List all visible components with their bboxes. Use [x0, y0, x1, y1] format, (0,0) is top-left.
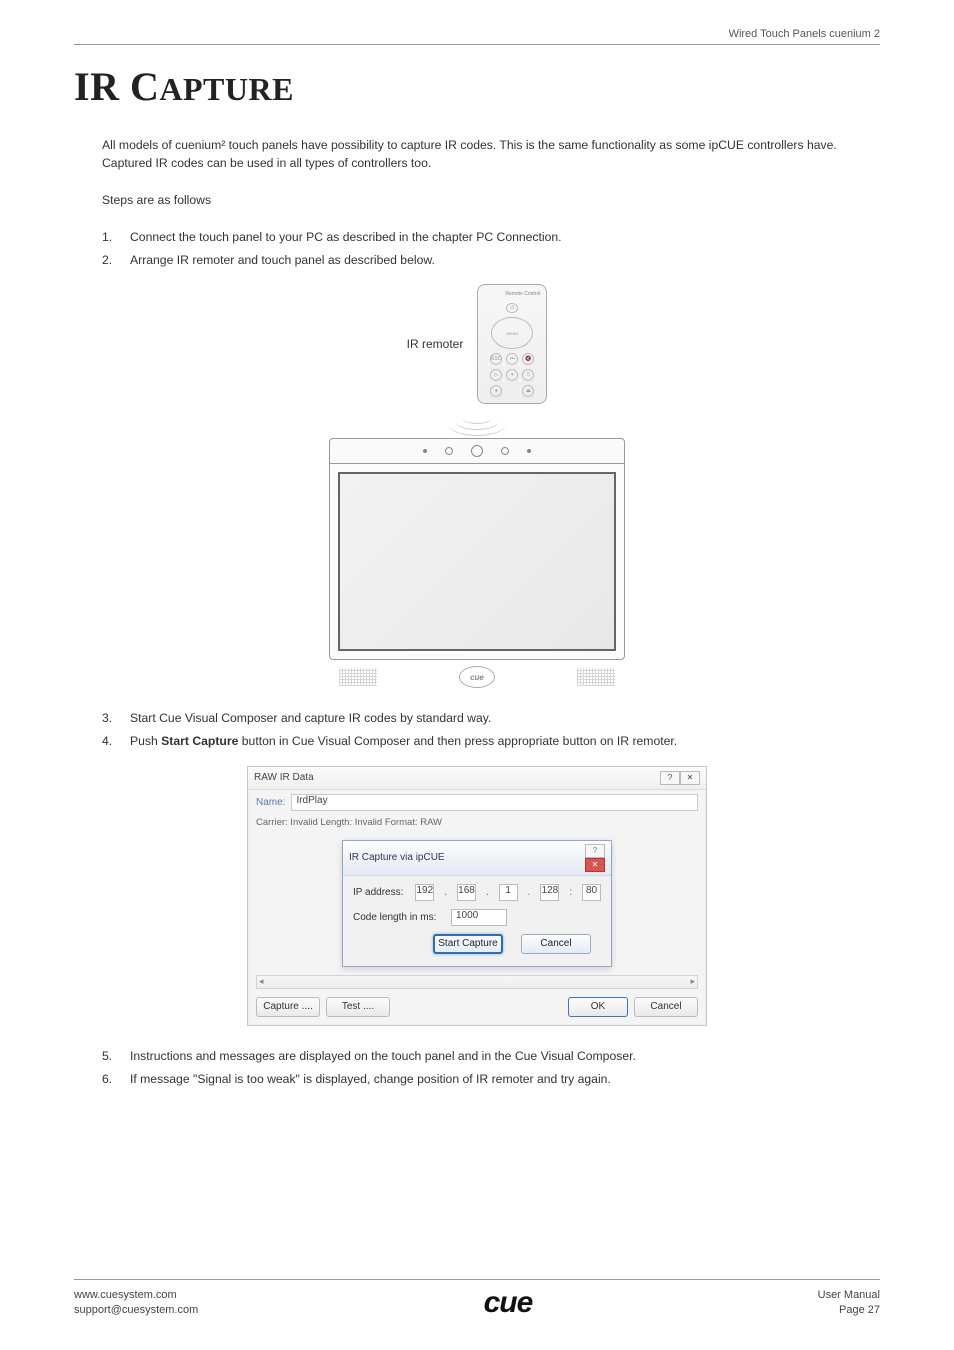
remote-btn-play: ▷ [490, 369, 502, 381]
remote-dpad [491, 317, 533, 349]
remote-btn-pause: ⏸ [506, 369, 518, 381]
header-rule [74, 44, 880, 45]
speaker-grille-right [577, 668, 615, 686]
footer-manual: User Manual [818, 1288, 880, 1303]
help-icon[interactable]: ? [660, 771, 680, 785]
scroll-left-icon[interactable]: ◂ [259, 976, 264, 987]
header-right: Wired Touch Panels cuenium 2 [74, 28, 880, 44]
ir-capture-inner-dialog: IR Capture via ipCUE ? ✕ IP address: 192… [342, 840, 612, 967]
remote-title: Remote Control [505, 291, 540, 297]
ir-waves-icon [442, 410, 512, 438]
step-4-bold: Start Capture [161, 734, 238, 748]
raw-ir-dialog: RAW IR Data ? ✕ Name: IrdPlay Carrier: I… [247, 766, 707, 1026]
footer-site: www.cuesystem.com [74, 1288, 198, 1303]
page-title: IR CAPTURE [74, 63, 880, 110]
steps-list-3: Instructions and messages are displayed … [102, 1046, 880, 1089]
title-main: IR C [74, 64, 159, 109]
title-rest: APTURE [159, 71, 294, 107]
inner-cancel-button[interactable]: Cancel [521, 934, 591, 954]
step-2: Arrange IR remoter and touch panel as de… [102, 250, 880, 271]
capture-button[interactable]: Capture .... [256, 997, 320, 1017]
test-button[interactable]: Test .... [326, 997, 390, 1017]
remote-btn-stop: ▽ [522, 369, 534, 381]
cue-logo-badge: cue [459, 666, 495, 688]
remote-btn-rec: ● [490, 385, 502, 397]
name-input[interactable]: IrdPlay [291, 794, 698, 811]
steps-list-2: Start Cue Visual Composer and capture IR… [102, 708, 880, 751]
footer-page: Page 27 [818, 1303, 880, 1318]
panel-top-bezel [329, 438, 625, 464]
step-4: Push Start Capture button in Cue Visual … [102, 731, 880, 752]
intro-paragraph: All models of cuenium² touch panels have… [102, 136, 880, 173]
figure-remote-panel: IR remoter Remote Control ⏻ ESC ••• 🔇 ▷ … [74, 284, 880, 688]
horizontal-scrollbar[interactable]: ◂ ▸ [256, 975, 698, 989]
cancel-button[interactable]: Cancel [634, 997, 698, 1017]
inner-help-icon[interactable]: ? [585, 844, 605, 858]
step-5: Instructions and messages are displayed … [102, 1046, 880, 1067]
ip-octet-3[interactable]: 1 [499, 884, 518, 901]
remote-btn-info: ••• [506, 353, 518, 365]
ip-octet-1[interactable]: 192 [415, 884, 434, 901]
inner-dialog-title: IR Capture via ipCUE [349, 852, 445, 863]
touch-panel-body [329, 464, 625, 660]
remote-btn-eject: ⏏ [522, 385, 534, 397]
ip-label: IP address: [353, 887, 407, 898]
ip-octet-4[interactable]: 128 [540, 884, 559, 901]
steps-list-1: Connect the touch panel to your PC as de… [102, 227, 880, 270]
footer-logo: cue [484, 1286, 533, 1320]
remote-label: IR remoter [407, 337, 464, 351]
close-icon[interactable]: ✕ [680, 771, 700, 785]
inner-close-icon[interactable]: ✕ [585, 858, 605, 872]
ir-meta-text: Carrier: Invalid Length: Invalid Format:… [248, 815, 706, 834]
speaker-grille-left [339, 668, 377, 686]
name-label: Name: [256, 797, 285, 808]
port-sep: : [567, 887, 574, 898]
code-length-label: Code length in ms: [353, 912, 443, 923]
ok-button[interactable]: OK [568, 997, 628, 1017]
touch-panel-screen [338, 472, 616, 651]
panel-bottom: cue [329, 660, 625, 688]
start-capture-button[interactable]: Start Capture [433, 934, 503, 954]
footer-email: support@cuesystem.com [74, 1303, 198, 1318]
figure-dialog: RAW IR Data ? ✕ Name: IrdPlay Carrier: I… [74, 766, 880, 1026]
step-1: Connect the touch panel to your PC as de… [102, 227, 880, 248]
remote-power-icon: ⏻ [506, 303, 518, 313]
outer-dialog-titlebar: RAW IR Data ? ✕ [248, 767, 706, 790]
ir-remote-illustration: Remote Control ⏻ ESC ••• 🔇 ▷ ⏸ ▽ ● [477, 284, 547, 404]
step-6: If message "Signal is too weak" is displ… [102, 1069, 880, 1090]
outer-dialog-title: RAW IR Data [254, 772, 314, 783]
ip-octet-2[interactable]: 168 [457, 884, 476, 901]
steps-label: Steps are as follows [102, 191, 880, 209]
ip-port[interactable]: 80 [582, 884, 601, 901]
step-4-prefix: Push [130, 734, 161, 748]
code-length-input[interactable]: 1000 [451, 909, 507, 926]
remote-btn-esc: ESC [490, 353, 502, 365]
scroll-right-icon[interactable]: ▸ [690, 976, 695, 987]
step-4-suffix: button in Cue Visual Composer and then p… [238, 734, 677, 748]
remote-btn-mute: 🔇 [522, 353, 534, 365]
step-3: Start Cue Visual Composer and capture IR… [102, 708, 880, 729]
page-footer: www.cuesystem.com support@cuesystem.com … [74, 1279, 880, 1320]
